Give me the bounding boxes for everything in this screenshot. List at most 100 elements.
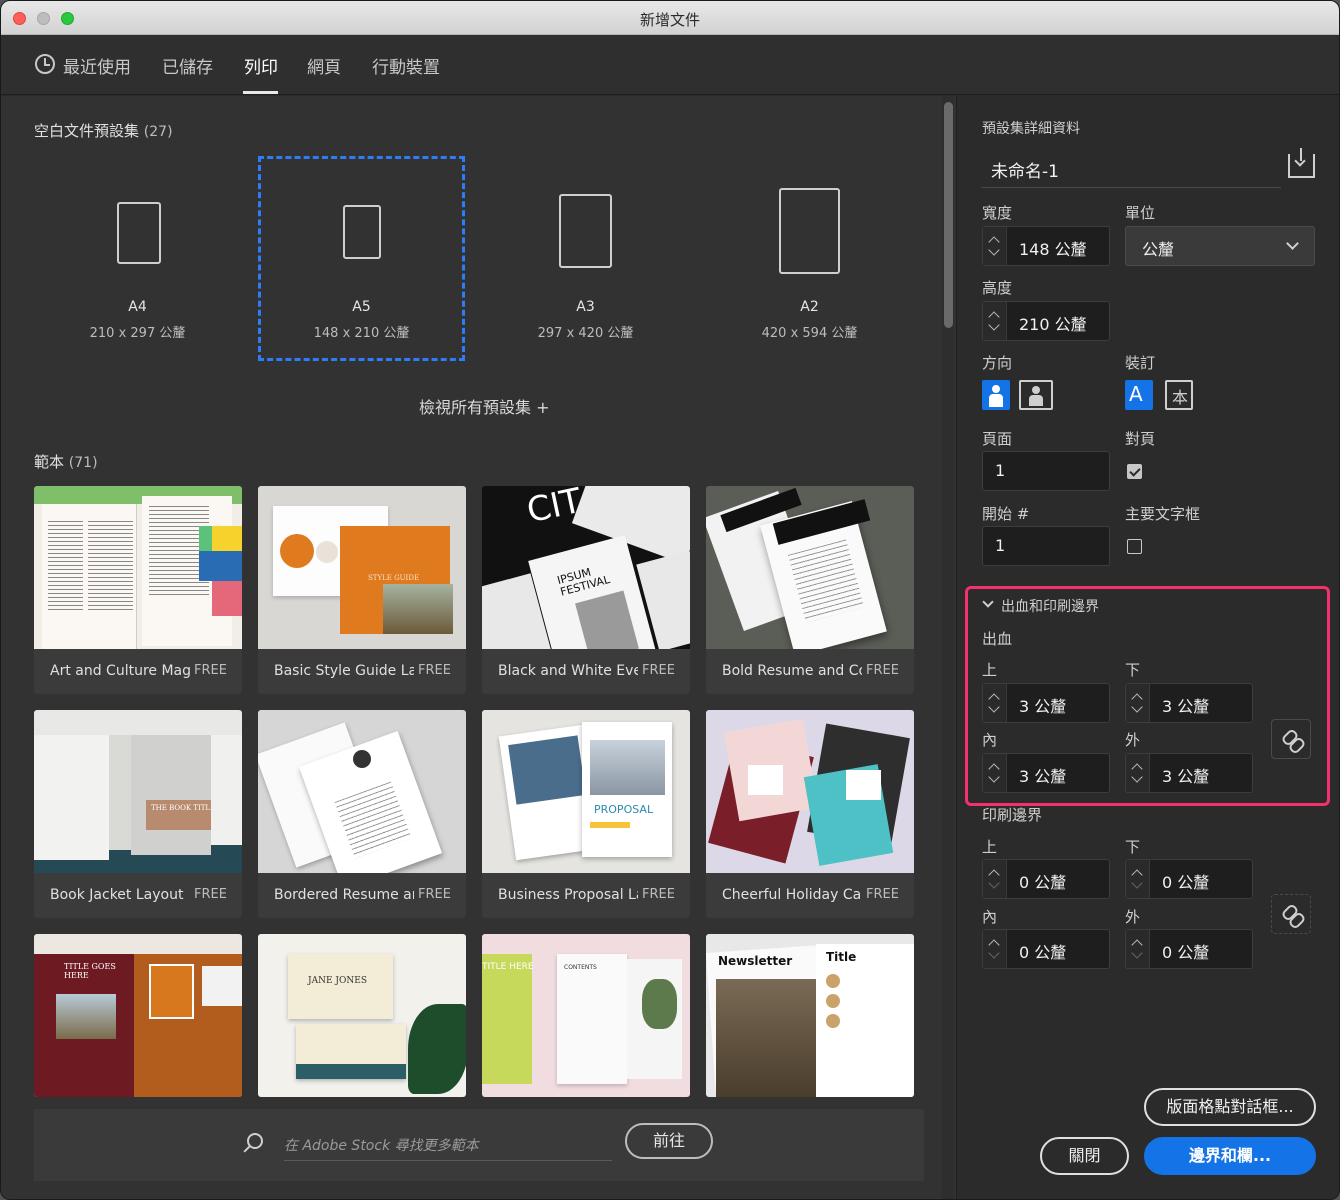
preset-name-field[interactable]: 未命名-1 bbox=[981, 150, 1281, 188]
thumb-label: TITLE HERE bbox=[482, 962, 534, 972]
template-card[interactable]: Newsletter Title bbox=[706, 934, 914, 1097]
window-title: 新增文件 bbox=[639, 11, 700, 29]
slug-inside-field[interactable]: 0 公釐 bbox=[982, 929, 1110, 969]
primary-text-frame-checkbox[interactable] bbox=[1127, 539, 1142, 554]
view-all-presets-link[interactable]: 檢視所有預設集 + bbox=[419, 394, 550, 418]
template-thumbnail: JANE JONES bbox=[258, 934, 466, 1097]
template-card[interactable]: JANE JONES bbox=[258, 934, 466, 1097]
template-thumbnail bbox=[706, 710, 914, 873]
template-card[interactable]: STYLE GUIDE Basic Style Guide La... FREE bbox=[258, 486, 466, 694]
start-page-field[interactable]: 1 bbox=[982, 526, 1110, 566]
bleed-inside-value: 3 公釐 bbox=[1019, 767, 1067, 786]
scrollbar-thumb[interactable] bbox=[944, 102, 953, 328]
bleed-inside-stepper[interactable] bbox=[983, 754, 1007, 792]
tab-saved[interactable]: 已儲存 bbox=[162, 53, 213, 78]
details-header: 預設集詳細資料 bbox=[982, 121, 1080, 137]
portrait-orientation-button[interactable] bbox=[982, 380, 1010, 410]
save-preset-icon[interactable] bbox=[1288, 148, 1315, 178]
template-name: Business Proposal La... bbox=[498, 887, 638, 903]
template-card[interactable]: Bold Resume and Co... FREE bbox=[706, 486, 914, 694]
width-field[interactable]: 148 公釐 bbox=[982, 226, 1110, 266]
bleed-top-field[interactable]: 3 公釐 bbox=[982, 683, 1110, 723]
presets-scrollbar[interactable] bbox=[942, 96, 954, 1199]
tab-web[interactable]: 網頁 bbox=[307, 53, 341, 78]
height-stepper[interactable] bbox=[983, 302, 1007, 340]
template-card[interactable]: TITLE GOES HERE bbox=[34, 934, 242, 1097]
facing-pages-label: 對頁 bbox=[1125, 430, 1156, 448]
document-icon bbox=[559, 194, 612, 268]
thumb-label: PROPOSAL bbox=[594, 803, 654, 816]
stock-search-input[interactable]: 在 Adobe Stock 尋找更多範本 bbox=[284, 1127, 612, 1161]
free-badge: FREE bbox=[418, 663, 451, 678]
tab-print[interactable]: 列印 bbox=[244, 53, 278, 78]
title-bar: 新增文件 bbox=[1, 1, 1339, 35]
slug-bottom-field[interactable]: 0 公釐 bbox=[1125, 859, 1253, 899]
preset-a5[interactable]: A5 148 x 210 公釐 bbox=[258, 156, 465, 361]
bleed-bottom-label: 下 bbox=[1125, 661, 1141, 679]
bleed-link-icon[interactable] bbox=[1271, 719, 1311, 759]
slug-bottom-stepper[interactable] bbox=[1126, 860, 1150, 898]
bleed-top-stepper[interactable] bbox=[983, 684, 1007, 722]
template-thumbnail: CIT IPSUM FESTIVAL bbox=[482, 486, 690, 649]
units-value: 公釐 bbox=[1142, 240, 1175, 259]
template-card[interactable]: Bordered Resume an... FREE bbox=[258, 710, 466, 918]
templates-title: 範本 bbox=[34, 453, 65, 471]
primary-text-frame-label: 主要文字框 bbox=[1125, 505, 1201, 523]
template-card[interactable]: THE BOOK TITLE Book Jacket Layout FREE bbox=[34, 710, 242, 918]
slug-bottom-label: 下 bbox=[1125, 838, 1141, 856]
bleed-bottom-field[interactable]: 3 公釐 bbox=[1125, 683, 1253, 723]
height-field[interactable]: 210 公釐 bbox=[982, 301, 1110, 341]
chevron-down-icon bbox=[988, 701, 1000, 713]
free-badge: FREE bbox=[418, 887, 451, 902]
slug-outside-stepper[interactable] bbox=[1126, 930, 1150, 968]
bleed-inside-label: 內 bbox=[982, 731, 998, 749]
bleed-top-label: 上 bbox=[982, 661, 998, 679]
slug-inside-stepper[interactable] bbox=[983, 930, 1007, 968]
bleed-bottom-stepper[interactable] bbox=[1126, 684, 1150, 722]
start-page-label: 開始 # bbox=[982, 505, 1030, 523]
template-thumbnail: THE BOOK TITLE bbox=[34, 710, 242, 873]
tab-recent[interactable]: 最近使用 bbox=[63, 53, 131, 78]
pages-value: 1 bbox=[995, 461, 1006, 480]
template-card[interactable]: PROPOSAL Business Proposal La... FREE bbox=[482, 710, 690, 918]
template-card[interactable]: TITLE HERE CONTENTS bbox=[482, 934, 690, 1097]
landscape-orientation-button[interactable] bbox=[1019, 380, 1053, 410]
free-badge: FREE bbox=[866, 663, 899, 678]
close-button[interactable]: 關閉 bbox=[1040, 1137, 1129, 1175]
slug-top-label: 上 bbox=[982, 838, 998, 856]
free-badge: FREE bbox=[642, 887, 675, 902]
binding-label: 裝訂 bbox=[1125, 354, 1156, 372]
slug-bottom-value: 0 公釐 bbox=[1162, 873, 1210, 892]
preset-a4[interactable]: A4 210 x 297 公釐 bbox=[34, 156, 241, 361]
chevron-down-icon bbox=[1131, 701, 1143, 713]
pages-field[interactable]: 1 bbox=[982, 451, 1110, 491]
layout-grid-dialog-button[interactable]: 版面格點對話框... bbox=[1144, 1088, 1316, 1126]
slug-unlink-icon[interactable] bbox=[1271, 894, 1311, 934]
template-card[interactable]: Art and Culture Mag... FREE bbox=[34, 486, 242, 694]
units-select[interactable]: 公釐 bbox=[1125, 226, 1315, 266]
preset-a3[interactable]: A3 297 x 420 公釐 bbox=[482, 156, 689, 361]
chevron-down-icon bbox=[1131, 771, 1143, 783]
left-to-right-binding-button[interactable]: A bbox=[1125, 380, 1153, 410]
slug-outside-field[interactable]: 0 公釐 bbox=[1125, 929, 1253, 969]
template-card[interactable]: CIT IPSUM FESTIVAL Black and White Eve..… bbox=[482, 486, 690, 694]
bleed-outside-stepper[interactable] bbox=[1126, 754, 1150, 792]
preset-size: 148 x 210 公釐 bbox=[313, 326, 410, 341]
preset-a2[interactable]: A2 420 x 594 公釐 bbox=[706, 156, 913, 361]
slug-top-field[interactable]: 0 公釐 bbox=[982, 859, 1110, 899]
width-stepper[interactable] bbox=[983, 227, 1007, 265]
chevron-down-icon bbox=[1131, 877, 1143, 889]
template-card[interactable]: Cheerful Holiday Car... FREE bbox=[706, 710, 914, 918]
margins-and-columns-button[interactable]: 邊界和欄... bbox=[1144, 1137, 1316, 1175]
bleed-slug-section-toggle[interactable]: 出血和印刷邊界 bbox=[1001, 596, 1099, 616]
bleed-outside-field[interactable]: 3 公釐 bbox=[1125, 753, 1253, 793]
slug-top-stepper[interactable] bbox=[983, 860, 1007, 898]
bleed-inside-field[interactable]: 3 公釐 bbox=[982, 753, 1110, 793]
preset-name-value: 未命名-1 bbox=[991, 162, 1059, 182]
right-to-left-binding-button[interactable]: 本 bbox=[1165, 380, 1193, 410]
facing-pages-checkbox[interactable] bbox=[1127, 464, 1142, 479]
template-thumbnail: TITLE HERE CONTENTS bbox=[482, 934, 690, 1097]
active-tab-indicator bbox=[243, 91, 278, 94]
tab-mobile[interactable]: 行動裝置 bbox=[372, 53, 440, 78]
go-button[interactable]: 前往 bbox=[625, 1123, 713, 1159]
